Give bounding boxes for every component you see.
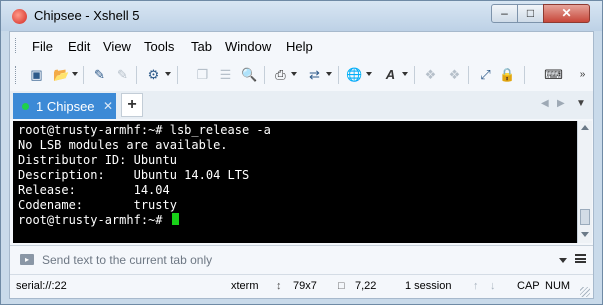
terminal-type: xterm <box>231 280 259 292</box>
terminal-scrollbar[interactable] <box>577 121 592 243</box>
session-count: 1 session <box>405 280 452 292</box>
toolbar-separator <box>264 66 265 84</box>
num-lock-indicator: NUM <box>545 280 571 292</box>
compose-menu-icon[interactable] <box>575 254 586 263</box>
print-dropdown-arrow[interactable] <box>291 72 297 76</box>
tab-bar: 1 Chipsee ✕ + ◀ ▶ ▼ <box>10 91 593 119</box>
lock-icon[interactable]: 🔒 <box>499 66 516 83</box>
tab-scroll-left-icon[interactable]: ◀ <box>541 98 549 109</box>
toolbar-separator <box>83 66 84 84</box>
terminal-line: Description: Ubuntu 14.04 LTS <box>18 168 250 182</box>
terminal-line: No LSB modules are available. <box>18 138 228 152</box>
menu-tools[interactable]: Tools <box>144 39 174 54</box>
terminal-cursor <box>171 213 179 225</box>
scroll-up-icon[interactable] <box>581 125 589 130</box>
resize-grip[interactable] <box>580 287 590 297</box>
tab-chipsee[interactable]: 1 Chipsee ✕ <box>13 93 116 119</box>
new-tab-button[interactable]: + <box>121 93 143 117</box>
terminal-line: Codename: trusty <box>18 198 177 212</box>
toolbar-separator <box>177 66 178 84</box>
menu-grip[interactable] <box>15 38 19 53</box>
properties-icon[interactable]: ⚙ <box>145 66 162 83</box>
status-bar: serial://:22 xterm ↕ 79x7 □ 7,22 1 sessi… <box>10 274 593 298</box>
tab-scroll-right-icon[interactable]: ▶ <box>557 98 565 109</box>
toolbar-separator <box>414 66 415 84</box>
compose-bar-icon[interactable]: ▸ <box>20 254 34 265</box>
minimize-button[interactable]: – <box>491 4 518 23</box>
terminal-view[interactable]: root@trusty-armhf:~# lsb_release -a No L… <box>13 121 577 243</box>
compose-icon[interactable]: ❖ <box>446 66 463 83</box>
properties-dropdown-arrow[interactable] <box>165 72 171 76</box>
menu-file[interactable]: File <box>32 39 53 54</box>
close-button[interactable]: ✕ <box>543 4 590 23</box>
scroll-up-arrow-icon[interactable]: ↑ <box>473 280 479 292</box>
caps-lock-indicator: CAP <box>517 280 540 292</box>
terminal-line: root@trusty-armhf:~# lsb_release -a <box>18 123 271 137</box>
new-session-icon[interactable]: ▣ <box>28 66 45 83</box>
cursor-position: 7,22 <box>355 280 377 292</box>
toolbar-separator <box>524 66 525 84</box>
print-icon[interactable]: ⎙ <box>272 66 289 83</box>
open-folder-icon[interactable]: 📂 <box>53 66 70 83</box>
scroll-down-arrow-icon[interactable]: ↓ <box>490 280 496 292</box>
maximize-button[interactable]: □ <box>517 4 544 23</box>
compose-input[interactable]: Send text to the current tab only <box>42 253 212 267</box>
menu-edit[interactable]: Edit <box>68 39 90 54</box>
keyboard-icon[interactable]: ⌨ <box>544 66 563 83</box>
cursor-position-icon: □ <box>338 280 345 292</box>
toolbar-separator <box>136 66 137 84</box>
xshell-app-icon[interactable] <box>12 9 27 24</box>
toolbar-overflow-icon[interactable]: » <box>574 66 591 83</box>
title-bar[interactable]: Chipsee - Xshell 5 – □ ✕ <box>1 1 602 31</box>
globe-dropdown-arrow[interactable] <box>366 72 372 76</box>
terminal-line: Distributor ID: Ubuntu <box>18 153 177 167</box>
menu-bar: File Edit View Tools Tab Window Help <box>10 32 593 59</box>
connection-status-icon <box>22 103 29 110</box>
transfer-icon[interactable]: ⇄ <box>306 66 323 83</box>
tab-close-icon[interactable]: ✕ <box>103 99 113 113</box>
terminal-prompt: root@trusty-armhf:~# <box>18 213 170 227</box>
toolbar: ▣ 📂 ✎ ✎ ⚙ ❐ ☰ 🔍 ⎙ ⇄ 🌐 A ❖ ❖ ⤢ 🔒 ⌨ » <box>10 59 593 91</box>
menu-tab[interactable]: Tab <box>191 39 212 54</box>
toolbar-grip[interactable] <box>15 66 19 84</box>
terminal-size-icon: ↕ <box>276 280 282 292</box>
copy-icon[interactable]: ❐ <box>194 66 211 83</box>
toolbar-separator <box>338 66 339 84</box>
compose-dropdown-arrow[interactable] <box>559 258 567 263</box>
scrollbar-thumb[interactable] <box>580 209 590 225</box>
terminal-size: 79x7 <box>293 280 317 292</box>
compose-bar: ▸ Send text to the current tab only <box>10 245 593 273</box>
open-dropdown-arrow[interactable] <box>72 72 78 76</box>
tab-label: 1 Chipsee <box>36 99 95 114</box>
disconnect-icon[interactable]: ✎ <box>114 66 131 83</box>
connect-icon[interactable]: ✎ <box>91 66 108 83</box>
menu-help[interactable]: Help <box>286 39 313 54</box>
terminal-prompt-line: root@trusty-armhf:~# <box>18 213 179 228</box>
menu-window[interactable]: Window <box>225 39 271 54</box>
transfer-dropdown-arrow[interactable] <box>326 72 332 76</box>
font-dropdown-arrow[interactable] <box>402 72 408 76</box>
scroll-down-icon[interactable] <box>581 232 589 237</box>
client-area: File Edit View Tools Tab Window Help ▣ 📂… <box>9 31 594 299</box>
tab-list-icon[interactable]: ▼ <box>576 98 586 109</box>
xshell-window: Chipsee - Xshell 5 – □ ✕ File Edit View … <box>0 0 603 305</box>
toolbar-separator <box>468 66 469 84</box>
globe-icon[interactable]: 🌐 <box>346 66 363 83</box>
terminal-line: Release: 14.04 <box>18 183 170 197</box>
fullscreen-icon[interactable]: ⤢ <box>477 66 494 83</box>
font-icon[interactable]: A <box>382 66 399 83</box>
paste-icon[interactable]: ☰ <box>217 66 234 83</box>
window-title: Chipsee - Xshell 5 <box>34 8 140 23</box>
connection-address: serial://:22 <box>16 280 67 292</box>
menu-view[interactable]: View <box>103 39 131 54</box>
script-icon[interactable]: ❖ <box>422 66 439 83</box>
find-icon[interactable]: 🔍 <box>241 66 258 83</box>
